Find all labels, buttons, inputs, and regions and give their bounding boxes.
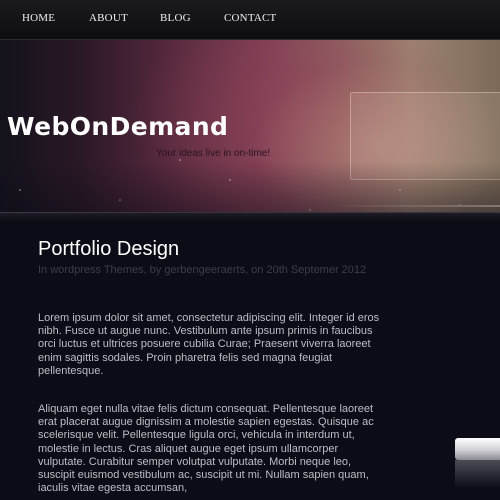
top-navigation: HOME ABOUT BLOG CONTACT (0, 0, 500, 40)
site-tagline: Your ideas live in on-time! (156, 148, 271, 159)
post-meta: In wordpress Themes, by gerbengeeraerts,… (38, 264, 367, 276)
sidebar-glossy-tab[interactable] (455, 438, 500, 460)
nav-link-contact[interactable]: CONTACT (224, 12, 276, 24)
nav-link-about[interactable]: ABOUT (89, 12, 128, 24)
post-title[interactable]: Portfolio Design (38, 238, 179, 261)
banner-divider (0, 212, 500, 222)
header-banner: WebOnDemand Your ideas live in on-time! (0, 40, 500, 222)
page: HOME ABOUT BLOG CONTACT WebOnDemand Your… (0, 0, 500, 500)
sidebar-tab-reflection (455, 460, 500, 488)
nav-link-blog[interactable]: BLOG (160, 12, 191, 24)
post-paragraph: Aliquam eget nulla vitae felis dictum co… (38, 403, 374, 495)
site-logo[interactable]: WebOnDemand (7, 112, 228, 141)
nav-link-home[interactable]: HOME (22, 12, 55, 24)
post-paragraph: Lorem ipsum dolor sit amet, consectetur … (38, 312, 380, 377)
